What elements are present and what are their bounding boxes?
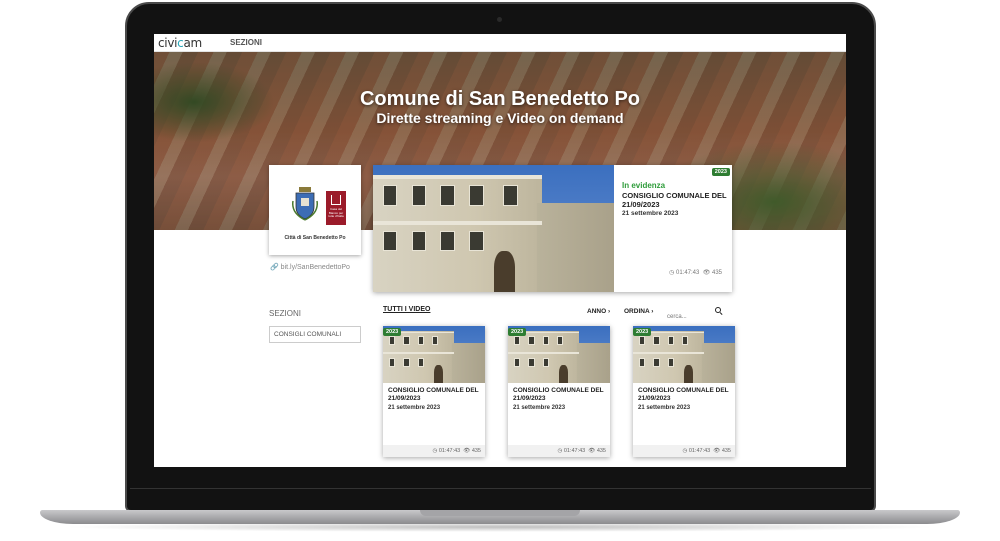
emblem-text: Casa del Bianco per tutte d'Italia: [328, 207, 344, 218]
year-filter[interactable]: ANNO ›: [587, 308, 610, 315]
video-meta: ◷ 01:47:43 👁 435: [383, 445, 485, 457]
video-title[interactable]: CONSIGLIO COMUNALE DEL 21/09/2023: [388, 387, 482, 403]
year-badge: 2023: [711, 168, 730, 176]
video-title[interactable]: CONSIGLIO COMUNALE DEL 21/09/2023: [638, 387, 732, 403]
views: 435: [596, 448, 606, 454]
views: 435: [471, 448, 481, 454]
hero-subtitle: Dirette streaming e Video on demand: [376, 110, 624, 126]
chevron-right-icon: ›: [607, 308, 611, 315]
sort-filter[interactable]: ORDINA ›: [624, 308, 653, 315]
views: 435: [721, 448, 731, 454]
featured-label: In evidenza: [622, 181, 666, 190]
eye-icon: 👁: [702, 270, 711, 276]
nav-sezioni-link[interactable]: SEZIONI: [230, 38, 262, 47]
duration: 01:47:43: [563, 448, 586, 454]
short-link-text: bit.ly/SanBenedettoPo: [280, 264, 350, 271]
featured-meta: ◷ 01:47:43 👁 435: [669, 269, 722, 276]
site-navbar: civicam SEZIONI: [154, 34, 846, 52]
duration: 01:47:43: [688, 448, 711, 454]
featured-video-card[interactable]: 2023 In evidenza CONSIGLIO COMUNALE DEL …: [373, 165, 732, 292]
year-badge: 2023: [383, 328, 402, 336]
civicam-logo[interactable]: civicam: [158, 36, 202, 50]
year-filter-label: ANNO: [587, 308, 607, 315]
video-card[interactable]: 2023 CONSIGLIO COMUNALE DEL 21/09/2023 2…: [383, 326, 485, 457]
clock-icon: ◷: [557, 448, 563, 454]
featured-date: 21 settembre 2023: [622, 210, 679, 217]
all-videos-tab[interactable]: TUTTI I VIDEO: [383, 306, 430, 313]
video-date: 21 settembre 2023: [513, 405, 566, 411]
logo-text-end: am: [183, 36, 202, 50]
video-meta: ◷ 01:47:43 👁 435: [633, 445, 735, 457]
featured-title[interactable]: CONSIGLIO COMUNALE DEL 21/09/2023: [622, 191, 728, 209]
clock-icon: ◷: [682, 448, 688, 454]
laptop-notch: [420, 510, 580, 516]
search-input[interactable]: [667, 311, 724, 323]
hero-title: Comune di San Benedetto Po: [359, 88, 641, 110]
clock-icon: ◷: [432, 448, 438, 454]
video-card[interactable]: 2023 CONSIGLIO COMUNALE DEL 21/09/2023 2…: [508, 326, 610, 457]
municipality-logo-card: Casa del Bianco per tutte d'Italia Città…: [269, 165, 361, 255]
year-badge: 2023: [633, 328, 652, 336]
short-link[interactable]: 🔗 bit.ly/SanBenedettoPo: [270, 263, 350, 271]
link-icon: 🔗: [270, 264, 279, 271]
featured-thumbnail[interactable]: [373, 165, 614, 292]
logo-text: civi: [158, 36, 178, 50]
sections-heading: SEZIONI: [269, 309, 302, 318]
views: 435: [711, 270, 722, 276]
year-badge: 2023: [508, 328, 527, 336]
video-meta: ◷ 01:47:43 👁 435: [508, 445, 610, 457]
municipality-caption: Città di San Benedetto Po: [284, 235, 346, 241]
webcam: [497, 17, 502, 22]
sidebar-item-consigli[interactable]: CONSIGLI COMUNALI: [269, 326, 361, 343]
search-icon[interactable]: [715, 307, 721, 313]
clock-icon: ◷: [669, 270, 675, 276]
eye-icon: 👁: [713, 448, 721, 454]
emblem-icon: Casa del Bianco per tutte d'Italia: [326, 191, 346, 225]
chevron-right-icon: ›: [651, 308, 654, 315]
laptop-chin: [130, 488, 871, 489]
coat-of-arms-icon: [292, 187, 318, 221]
sort-filter-label: ORDINA: [624, 308, 650, 315]
browser-screen: civicam SEZIONI Comune di San Benedetto …: [154, 34, 846, 467]
video-card[interactable]: 2023 CONSIGLIO COMUNALE DEL 21/09/2023 2…: [633, 326, 735, 457]
video-date: 21 settembre 2023: [388, 405, 441, 411]
duration: 01:47:43: [675, 270, 700, 276]
eye-icon: 👁: [588, 448, 596, 454]
eye-icon: 👁: [463, 448, 471, 454]
video-title[interactable]: CONSIGLIO COMUNALE DEL 21/09/2023: [513, 387, 607, 403]
featured-info: 2023 In evidenza CONSIGLIO COMUNALE DEL …: [614, 165, 732, 292]
video-date: 21 settembre 2023: [638, 405, 691, 411]
duration: 01:47:43: [438, 448, 461, 454]
building-image: [373, 165, 614, 292]
